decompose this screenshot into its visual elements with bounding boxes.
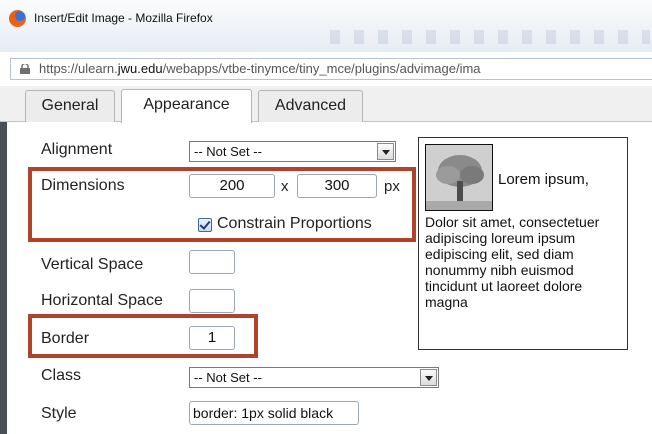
alignment-label: Alignment [41,141,113,158]
width-input[interactable]: 200 [189,174,275,198]
popup-window: Insert/Edit Image - Mozilla Firefox http… [0,0,652,434]
url-domain: jwu.edu [117,61,163,76]
class-label: Class [41,367,82,384]
tab-advanced[interactable]: Advanced [258,90,363,122]
preview-pane: Lorem ipsum, Dolor sit amet, consectetue… [418,137,628,350]
window-title: Insert/Edit Image - Mozilla Firefox [34,11,213,25]
class-value: -- Not Set -- [194,370,262,385]
horizontal-space-input[interactable] [189,289,235,313]
firefox-icon [9,10,26,27]
background-toolbar [330,30,650,44]
alignment-select[interactable]: -- Not Set -- [189,141,396,162]
url-path: /webapps/vtbe-tinymce/tiny_mce/plugins/a… [162,61,481,76]
class-select[interactable]: -- Not Set -- [189,367,439,388]
style-label: Style [41,405,77,422]
alignment-value: -- Not Set -- [194,144,262,159]
vertical-space-input[interactable] [189,250,235,274]
style-input[interactable]: border: 1px solid black [189,401,359,425]
border-label: Border [41,330,90,347]
border-input[interactable]: 1 [189,326,235,350]
tab-appearance[interactable]: Appearance [121,89,252,123]
dimensions-unit: px [384,178,400,195]
horizontal-space-label: Horizontal Space [41,292,163,309]
title-bar: Insert/Edit Image - Mozilla Firefox [0,0,652,52]
left-edge [0,122,7,434]
height-input[interactable]: 300 [297,174,377,198]
constrain-proportions-checkbox[interactable] [198,218,212,232]
url-bar[interactable]: https://ulearn.jwu.edu/webapps/vtbe-tiny… [10,58,652,80]
chevron-down-icon[interactable] [420,369,437,386]
tab-general[interactable]: General [25,90,115,122]
dimensions-separator: x [281,178,289,195]
vertical-space-label: Vertical Space [41,256,144,273]
dimensions-label: Dimensions [41,177,125,194]
preview-body-text: Dolor sit amet, consectetuer adipiscing … [425,214,600,310]
url-prefix: https://ulearn. [39,61,118,76]
chevron-down-icon[interactable] [377,143,394,160]
lock-icon [20,64,30,74]
tree-thumbnail-icon [425,144,493,211]
constrain-proportions-label[interactable]: Constrain Proportions [217,215,372,233]
